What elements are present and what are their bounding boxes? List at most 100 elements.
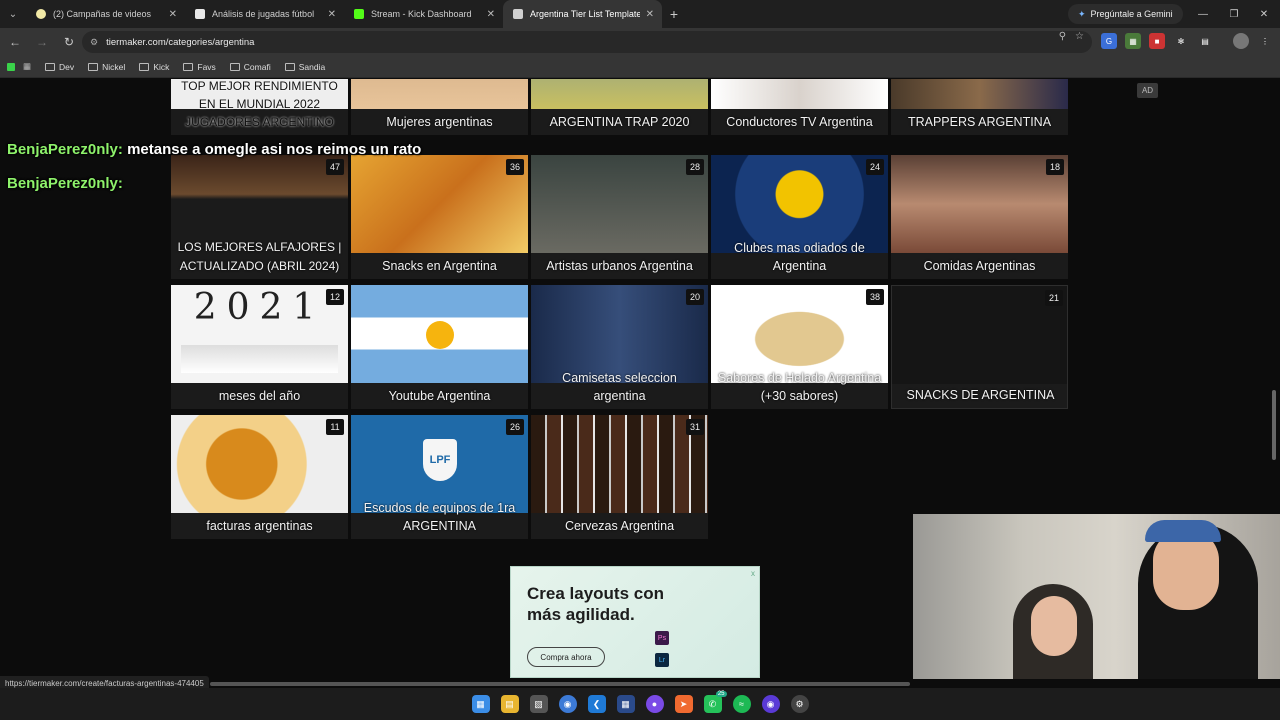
- minimize-icon[interactable]: —: [1187, 0, 1219, 28]
- tab-search-icon[interactable]: ⌄: [0, 0, 26, 28]
- postman-icon[interactable]: ➤: [674, 695, 693, 713]
- site-info-icon[interactable]: ⚙: [90, 37, 98, 48]
- card-thumbnail: [711, 79, 888, 109]
- whatsapp-icon[interactable]: ✆ 25: [703, 691, 727, 713]
- gemini-button[interactable]: ✦ Pregúntale a Gemini: [1068, 4, 1183, 24]
- profile-avatar[interactable]: [1233, 33, 1249, 49]
- card-title: Sabores de Helado Argentina (+30 sabores…: [717, 371, 882, 403]
- close-icon[interactable]: ✕: [169, 9, 177, 20]
- zoom-icon[interactable]: ⚲: [1059, 31, 1066, 42]
- reload-icon[interactable]: ↻: [57, 30, 81, 54]
- ad-headline: Crea layouts con más agilidad.: [527, 584, 664, 624]
- card-title: Mujeres argentinas: [386, 115, 493, 129]
- template-card[interactable]: 20 Camisetas seleccion argentina: [531, 285, 708, 409]
- template-card[interactable]: Mujeres argentinas: [351, 79, 528, 135]
- url-text: tiermaker.com/categories/argentina: [106, 36, 255, 48]
- tab-campanas[interactable]: (2) Campañas de videos ✕: [26, 0, 185, 28]
- card-title: TRAPPERS ARGENTINA: [907, 115, 1052, 129]
- chat-message: BenjaPerez0nly: metanse a omegle asi nos…: [7, 141, 421, 158]
- github-icon[interactable]: ●: [645, 695, 664, 713]
- ad-banner[interactable]: Crea layouts con más agilidad. Compra ah…: [510, 566, 760, 678]
- bookmark-folder-favs[interactable]: Favs: [183, 62, 216, 72]
- store-icon[interactable]: ▧: [529, 695, 548, 713]
- folder-icon: [139, 62, 150, 71]
- file-explorer-icon[interactable]: ▤: [500, 695, 519, 713]
- card-title: LOS MEJORES ALFAJORES | ACTUALIZADO (ABR…: [177, 240, 342, 273]
- lpf-shield-icon: LPF: [423, 439, 457, 481]
- card-thumbnail: 2021: [171, 285, 348, 383]
- folder-icon: [45, 62, 56, 71]
- forward-icon[interactable]: →: [30, 30, 54, 54]
- apps-grid-icon[interactable]: ▦: [23, 61, 31, 72]
- item-count-badge: 28: [686, 159, 704, 175]
- windows-start-icon[interactable]: ▦: [471, 695, 490, 713]
- template-card[interactable]: 47 LOS MEJORES ALFAJORES | ACTUALIZADO (…: [171, 155, 348, 279]
- close-icon[interactable]: ✕: [646, 9, 654, 20]
- bookmark-folder-sandia[interactable]: Sandia: [284, 62, 325, 72]
- template-card[interactable]: 21 SNACKS DE ARGENTINA: [891, 285, 1068, 409]
- bookmark-label: Comafi: [243, 61, 271, 72]
- kick-icon: [354, 9, 364, 19]
- vertical-scrollbar[interactable]: [1272, 390, 1276, 460]
- chrome-icon[interactable]: ◉: [558, 695, 577, 713]
- card-thumbnail: [531, 79, 708, 109]
- app-icon[interactable]: ▦: [616, 695, 635, 713]
- tab-label: Stream - Kick Dashboard: [371, 9, 472, 19]
- template-card[interactable]: 18 Comidas Argentinas: [891, 155, 1068, 279]
- horizontal-scrollbar[interactable]: [210, 682, 910, 686]
- template-card[interactable]: TRAPPERS ARGENTINA: [891, 79, 1068, 135]
- close-window-icon[interactable]: ✕: [1248, 0, 1280, 28]
- new-tab-icon[interactable]: +: [662, 6, 686, 22]
- back-icon[interactable]: ←: [3, 30, 27, 54]
- tab-analisis[interactable]: Análisis de jugadas fútbol ✕: [185, 0, 344, 28]
- extensions-puzzle-icon[interactable]: ▤: [1197, 33, 1213, 49]
- chat-username: BenjaPerez0nly:: [7, 175, 123, 192]
- vscode-icon[interactable]: ❮: [587, 695, 606, 713]
- close-icon[interactable]: ✕: [328, 9, 336, 20]
- template-card[interactable]: ARGENTINA TRAP 2020: [531, 79, 708, 135]
- bookmark-folder-dev[interactable]: Dev: [45, 62, 74, 72]
- card-title: Artistas urbanos Argentina: [546, 259, 693, 273]
- address-bar[interactable]: ⚙ tiermaker.com/categories/argentina: [82, 31, 1092, 53]
- extension-icon[interactable]: ▦: [1125, 33, 1141, 49]
- translate-extension-icon[interactable]: G: [1101, 33, 1117, 49]
- template-card[interactable]: Conductores TV Argentina: [711, 79, 888, 135]
- card-thumbnail: [531, 415, 708, 513]
- template-card[interactable]: TOP MEJOR RENDIMIENTO EN EL MUNDIAL 2022…: [171, 79, 348, 135]
- tab-tiermaker[interactable]: Argentina Tier List Templates - ✕: [503, 0, 662, 28]
- bookmark-folder-comafi[interactable]: Comafi: [229, 61, 271, 72]
- webcam-overlay: [913, 514, 1280, 679]
- card-thumbnail: [892, 286, 1067, 384]
- bookmark-folder-kick[interactable]: Kick: [139, 62, 169, 72]
- folder-icon: [284, 62, 295, 71]
- spotify-icon[interactable]: ≈: [732, 695, 751, 713]
- obs-icon[interactable]: ◉: [761, 695, 780, 713]
- template-card[interactable]: 24 Clubes mas odiados de Argentina: [711, 155, 888, 279]
- extension-icon[interactable]: ■: [1149, 33, 1165, 49]
- restore-icon[interactable]: ❐: [1218, 0, 1250, 28]
- extension-icon[interactable]: ✻: [1173, 33, 1189, 49]
- template-card[interactable]: 2021 12 meses del año: [171, 285, 348, 409]
- template-card[interactable]: 28 Artistas urbanos Argentina: [531, 155, 708, 279]
- item-count-badge: 24: [866, 159, 884, 175]
- ad-buy-button[interactable]: Compra ahora: [527, 647, 605, 667]
- item-count-badge: 36: [506, 159, 524, 175]
- bookmark-folder-nickel[interactable]: Nickel: [88, 62, 125, 72]
- toolbar: ← → ↻ ⚙ tiermaker.com/categories/argenti…: [0, 28, 1280, 56]
- bookmark-icon[interactable]: [7, 62, 15, 71]
- app-icon[interactable]: ⚙: [790, 695, 809, 713]
- ad-close-icon[interactable]: x: [751, 569, 755, 578]
- template-card[interactable]: 31 Cervezas Argentina: [531, 415, 708, 539]
- tab-kick[interactable]: Stream - Kick Dashboard ✕: [344, 0, 503, 28]
- template-card[interactable]: LPF 26 Escudos de equipos de 1ra ARGENTI…: [351, 415, 528, 539]
- template-card[interactable]: Youtube Argentina: [351, 285, 528, 409]
- close-icon[interactable]: ✕: [487, 9, 495, 20]
- template-card[interactable]: 11 facturas argentinas: [171, 415, 348, 539]
- menu-dots-icon[interactable]: ⋮: [1257, 33, 1273, 49]
- bookmark-star-icon[interactable]: ☆: [1075, 31, 1084, 42]
- bookmark-label: Nickel: [102, 61, 126, 72]
- item-count-badge: 26: [506, 419, 524, 435]
- template-card[interactable]: 38 Sabores de Helado Argentina (+30 sabo…: [711, 285, 888, 409]
- template-card[interactable]: 36 Snacks en Argentina: [351, 155, 528, 279]
- chat-message: BenjaPerez0nly:: [7, 175, 123, 192]
